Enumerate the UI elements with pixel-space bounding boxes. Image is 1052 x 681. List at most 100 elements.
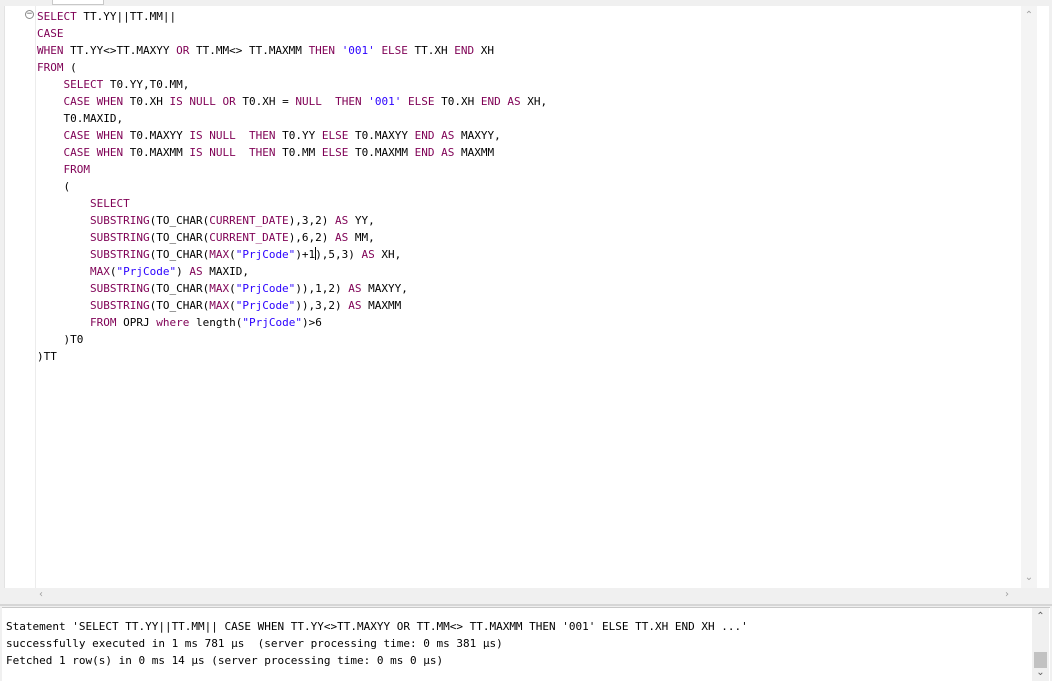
sql-keyword: SELECT bbox=[37, 10, 77, 23]
sql-text: T0.MAXYY bbox=[123, 129, 190, 142]
sql-keyword: OR bbox=[176, 44, 190, 57]
sql-text: (TO_CHAR( bbox=[149, 214, 210, 227]
sql-keyword: END bbox=[480, 95, 501, 108]
sql-text: XH, bbox=[520, 95, 548, 108]
code-line: SUBSTRING(TO_CHAR(CURRENT_DATE),3,2) AS … bbox=[37, 214, 375, 227]
sql-keyword: AS bbox=[335, 231, 349, 244]
sql-keyword: WHEN bbox=[37, 44, 64, 57]
sql-text: ( bbox=[229, 282, 236, 295]
sql-text: T0.XH bbox=[434, 95, 481, 108]
sql-text: (TO_CHAR( bbox=[149, 282, 210, 295]
chevron-down-icon[interactable]: ⌄ bbox=[1032, 666, 1049, 680]
chevron-down-icon[interactable]: ⌄ bbox=[1021, 570, 1037, 586]
sql-keyword: SUBSTRING bbox=[89, 282, 150, 295]
sql-keyword: FROM bbox=[89, 316, 117, 329]
code-line: SUBSTRING(TO_CHAR(MAX("PrjCode")),3,2) A… bbox=[37, 299, 401, 312]
sql-text: XH bbox=[474, 44, 495, 57]
console-line: successfully executed in 1 ms 781 µs (se… bbox=[6, 637, 503, 650]
sql-text: ),3,2) bbox=[288, 214, 336, 227]
sql-text: )>6 bbox=[301, 316, 322, 329]
sql-string: "PrjCode" bbox=[116, 265, 177, 278]
sql-text: MAXYY, bbox=[454, 129, 501, 142]
sql-text: TT.XH bbox=[407, 44, 455, 57]
sql-string: "PrjCode" bbox=[235, 299, 296, 312]
sql-keyword: FROM bbox=[37, 61, 64, 74]
code-line: FROM bbox=[37, 163, 91, 176]
sql-keyword: MAX bbox=[209, 248, 230, 261]
sql-text: ( bbox=[229, 248, 236, 261]
chevron-up-icon[interactable]: ⌃ bbox=[1032, 610, 1049, 624]
fold-collapse-icon[interactable]: − bbox=[25, 10, 34, 19]
sql-text: T0.MM bbox=[275, 146, 322, 159]
sql-text: T0.MAXMM bbox=[123, 146, 190, 159]
editor-horizontal-scrollbar[interactable]: ‹ › bbox=[30, 588, 1016, 602]
chevron-left-icon[interactable]: ‹ bbox=[34, 588, 48, 602]
code-line: CASE WHEN T0.MAXMM IS NULL THEN T0.MM EL… bbox=[37, 146, 495, 159]
sql-text: ) bbox=[176, 265, 190, 278]
code-line: SELECT bbox=[37, 197, 130, 210]
editor-tab[interactable] bbox=[52, 0, 104, 5]
sql-text: TT.YY<>TT.MAXYY bbox=[63, 44, 177, 57]
sql-text: )),3,2) bbox=[295, 299, 349, 312]
sql-keyword: SUBSTRING bbox=[89, 248, 150, 261]
sql-text: T0.XH = bbox=[235, 95, 296, 108]
sql-keyword: ELSE bbox=[381, 44, 408, 57]
sql-string: "PrjCode" bbox=[235, 282, 296, 295]
console-log: Statement 'SELECT TT.YY||TT.MM|| CASE WH… bbox=[6, 618, 748, 669]
console-vertical-scrollbar[interactable]: ⌃ ⌄ bbox=[1032, 608, 1049, 681]
chevron-right-icon[interactable]: › bbox=[1000, 588, 1014, 602]
sql-keyword: WHEN bbox=[96, 129, 124, 142]
code-line: )T0 bbox=[37, 333, 83, 346]
code-line: CASE WHEN T0.XH IS NULL OR T0.XH = NULL … bbox=[37, 95, 548, 108]
sql-text: MAXYY, bbox=[361, 282, 408, 295]
sql-keyword: END bbox=[454, 44, 475, 57]
code-line: SUBSTRING(TO_CHAR(MAX("PrjCode")),1,2) A… bbox=[37, 282, 408, 295]
sql-text: T0.MAXID, bbox=[37, 112, 124, 125]
sql-text: )T0 bbox=[37, 333, 84, 346]
code-line: )TT bbox=[37, 350, 57, 363]
sql-text: T0.YY,T0.MM, bbox=[103, 78, 190, 91]
sql-keyword: SELECT bbox=[89, 197, 130, 210]
sql-keyword: ELSE bbox=[321, 129, 349, 142]
sql-keyword: THEN bbox=[308, 44, 336, 57]
editor-gutter: − bbox=[5, 6, 36, 588]
code-line: SUBSTRING(TO_CHAR(CURRENT_DATE),6,2) AS … bbox=[37, 231, 375, 244]
sql-keyword: AS bbox=[335, 214, 349, 227]
sql-keyword: where bbox=[156, 316, 190, 329]
console-line: Fetched 1 row(s) in 0 ms 14 µs (server p… bbox=[6, 654, 444, 667]
sql-keyword: THEN bbox=[248, 129, 276, 142]
editor-vertical-scrollbar[interactable]: ⌃ ⌄ bbox=[1021, 6, 1037, 588]
panel-splitter[interactable] bbox=[0, 604, 1052, 606]
sql-editor[interactable]: − SELECT TT.YY||TT.MM|| CASE WHEN TT.YY<… bbox=[4, 6, 1049, 588]
sql-text: MM, bbox=[348, 231, 375, 244]
chevron-up-icon[interactable]: ⌃ bbox=[1021, 8, 1037, 24]
code-line: T0.MAXID, bbox=[37, 112, 123, 125]
sql-keyword: NULL bbox=[209, 129, 236, 142]
sql-text: OPRJ bbox=[116, 316, 157, 329]
sql-keyword: CASE bbox=[63, 129, 91, 142]
sql-keyword: IS bbox=[189, 129, 203, 142]
sql-keyword: SUBSTRING bbox=[89, 299, 150, 312]
sql-code[interactable]: SELECT TT.YY||TT.MM|| CASE WHEN TT.YY<>T… bbox=[37, 8, 547, 365]
sql-text: T0.MAXYY bbox=[348, 129, 415, 142]
sql-string: "PrjCode" bbox=[242, 316, 302, 329]
sql-keyword: SUBSTRING bbox=[89, 231, 150, 244]
sql-string: '001' bbox=[368, 95, 402, 108]
code-line: SELECT T0.YY,T0.MM, bbox=[37, 78, 190, 91]
sql-text: ( bbox=[63, 61, 77, 74]
sql-keyword: THEN bbox=[248, 146, 276, 159]
